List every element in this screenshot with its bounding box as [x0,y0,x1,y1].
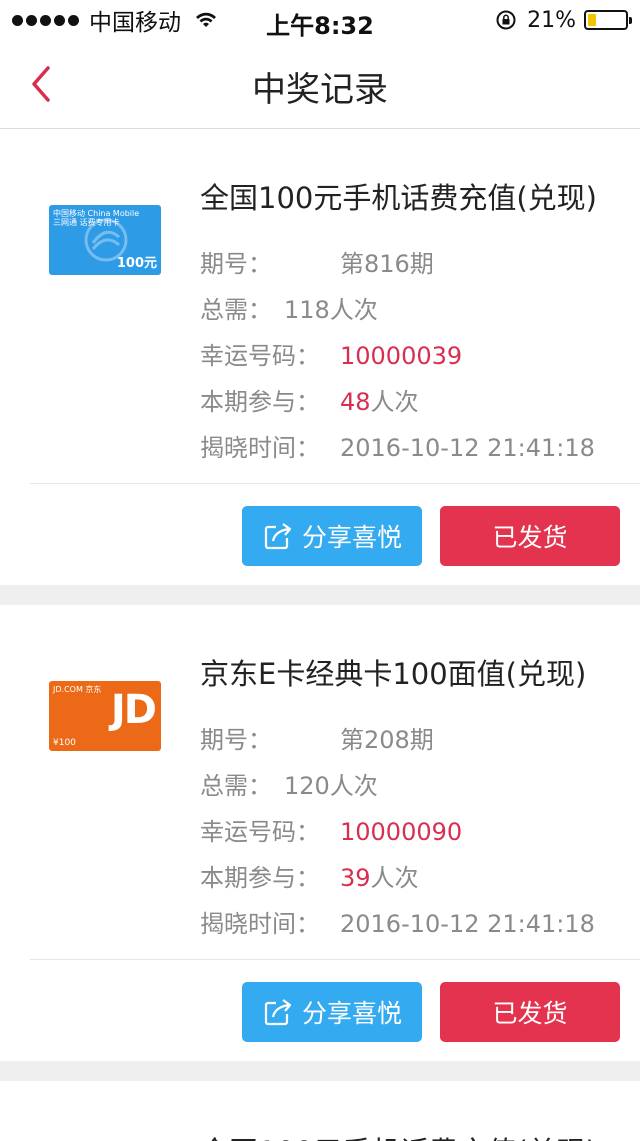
total-needed-value: 120人次 [284,772,378,800]
card-price: ¥100 [53,738,76,748]
reveal-time-value: 2016-10-12 21:41:18 [340,910,595,938]
share-button[interactable]: 分享喜悦 [242,506,422,566]
participation-label: 本期参与： [200,388,320,416]
total-needed-value: 118人次 [284,296,378,324]
status-label: 已发货 [492,523,568,552]
lucky-number-label: 幸运号码： [200,818,320,846]
lucky-number-value: 10000090 [340,818,463,846]
shipped-status-button[interactable]: 已发货 [440,982,620,1042]
product-title[interactable]: 京东E卡经典卡100面值(兑现) [200,651,586,693]
status-right: 21% [495,6,632,34]
page-title: 中奖记录 [252,70,388,110]
status-bar: 中国移动 上午8:32 21% [0,0,640,40]
card-brand-text: JD.COM 京东 [53,685,102,694]
battery-percent: 21% [527,7,576,33]
nav-bar: 中奖记录 [0,40,640,129]
lucky-number-row: 幸运号码： 10000039 [200,339,595,385]
status-label: 已发货 [492,999,568,1028]
period-value: 第208期 [340,726,434,754]
battery-fill [588,14,596,26]
period-label: 期号： [200,250,272,278]
total-needed-label: 总需： [200,296,272,324]
record-card: JD.COM 京东 JD ¥100 京东E卡经典卡100面值(兑现) 期号： 第2… [0,605,640,1061]
total-needed-row: 总需： 118人次 [200,293,595,339]
divider [30,483,640,484]
product-image[interactable]: JD.COM 京东 JD ¥100 [49,681,161,751]
battery-icon [584,10,632,30]
reveal-time-label: 揭晓时间： [200,910,320,938]
share-button[interactable]: 分享喜悦 [242,982,422,1042]
participation-count: 39 [340,864,371,892]
period-label: 期号： [200,726,272,754]
record-card-partial: 全国100元手机话费充值(兑现) [0,1081,640,1141]
record-info: 期号： 第816期 总需： 118人次 幸运号码： 10000039 本期参与： 48人… [200,247,595,477]
participation-label: 本期参与： [200,864,320,892]
record-list: 中国移动 China Mobile 三网通 话费专用卡 100元 全国100元手机… [0,129,640,1141]
product-title[interactable]: 全国100元手机话费充值(兑现) [200,175,597,217]
share-label: 分享喜悦 [301,999,402,1028]
record-info: 期号： 第208期 总需： 120人次 幸运号码： 10000090 本期参与： 39人… [200,723,595,953]
shipped-status-button[interactable]: 已发货 [440,506,620,566]
participation-count: 48 [340,388,371,416]
lucky-number-value: 10000039 [340,342,463,370]
period-row: 期号： 第208期 [200,723,595,769]
period-value: 第816期 [340,250,434,278]
participation-unit: 人次 [370,864,419,892]
period-row: 期号： 第816期 [200,247,595,293]
reveal-time-row: 揭晓时间： 2016-10-12 21:41:18 [200,907,595,953]
participation-row: 本期参与： 39人次 [200,861,595,907]
share-icon [264,523,292,550]
divider [30,959,640,960]
participation-row: 本期参与： 48人次 [200,385,595,431]
lucky-number-row: 幸运号码： 10000090 [200,815,595,861]
jd-logo-text: JD [110,687,157,733]
participation-unit: 人次 [370,388,419,416]
total-needed-label: 总需： [200,772,272,800]
share-label: 分享喜悦 [301,523,402,552]
product-image[interactable]: 中国移动 China Mobile 三网通 话费专用卡 100元 [49,205,161,275]
record-card: 中国移动 China Mobile 三网通 话费专用卡 100元 全国100元手机… [0,129,640,585]
total-needed-row: 总需： 120人次 [200,769,595,815]
card-amount: 100元 [116,256,157,271]
lucky-number-label: 幸运号码： [200,342,320,370]
reveal-time-value: 2016-10-12 21:41:18 [340,434,595,462]
share-icon [264,999,292,1026]
product-title[interactable]: 全国100元手机话费充值(兑现) [200,1129,597,1141]
reveal-time-row: 揭晓时间： 2016-10-12 21:41:18 [200,431,595,477]
rotation-lock-icon [496,10,516,30]
reveal-time-label: 揭晓时间： [200,434,320,462]
